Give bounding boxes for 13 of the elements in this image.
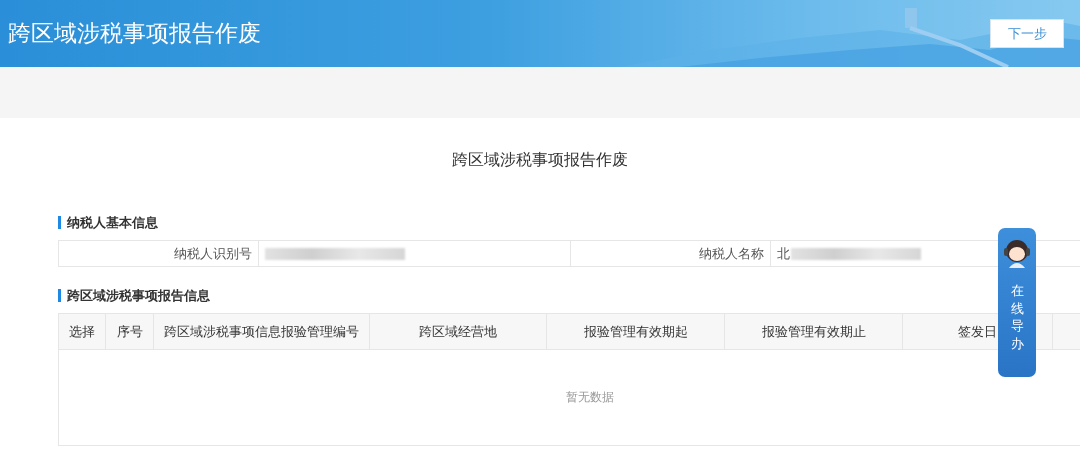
page-title: 跨区域涉税事项报告作废: [451, 150, 629, 170]
column-header: 序号: [106, 314, 154, 349]
next-button[interactable]: 下一步: [990, 19, 1064, 48]
field-label: 纳税人识别号: [59, 241, 259, 266]
online-help-widget[interactable]: 在线导办: [998, 228, 1036, 377]
column-header: 跨区域涉税事项信息报验管理编号: [154, 314, 370, 349]
empty-message: 暂无数据: [566, 389, 614, 406]
column-header: 跨区域经营地: [370, 314, 547, 349]
column-header: 报验管理有效期起: [547, 314, 725, 349]
column-header: 报验管理有效期止: [725, 314, 903, 349]
header-title: 跨区域涉税事项报告作废: [8, 19, 261, 48]
field-label: 纳税人名称: [571, 241, 771, 266]
column-header: 选择: [59, 314, 106, 349]
